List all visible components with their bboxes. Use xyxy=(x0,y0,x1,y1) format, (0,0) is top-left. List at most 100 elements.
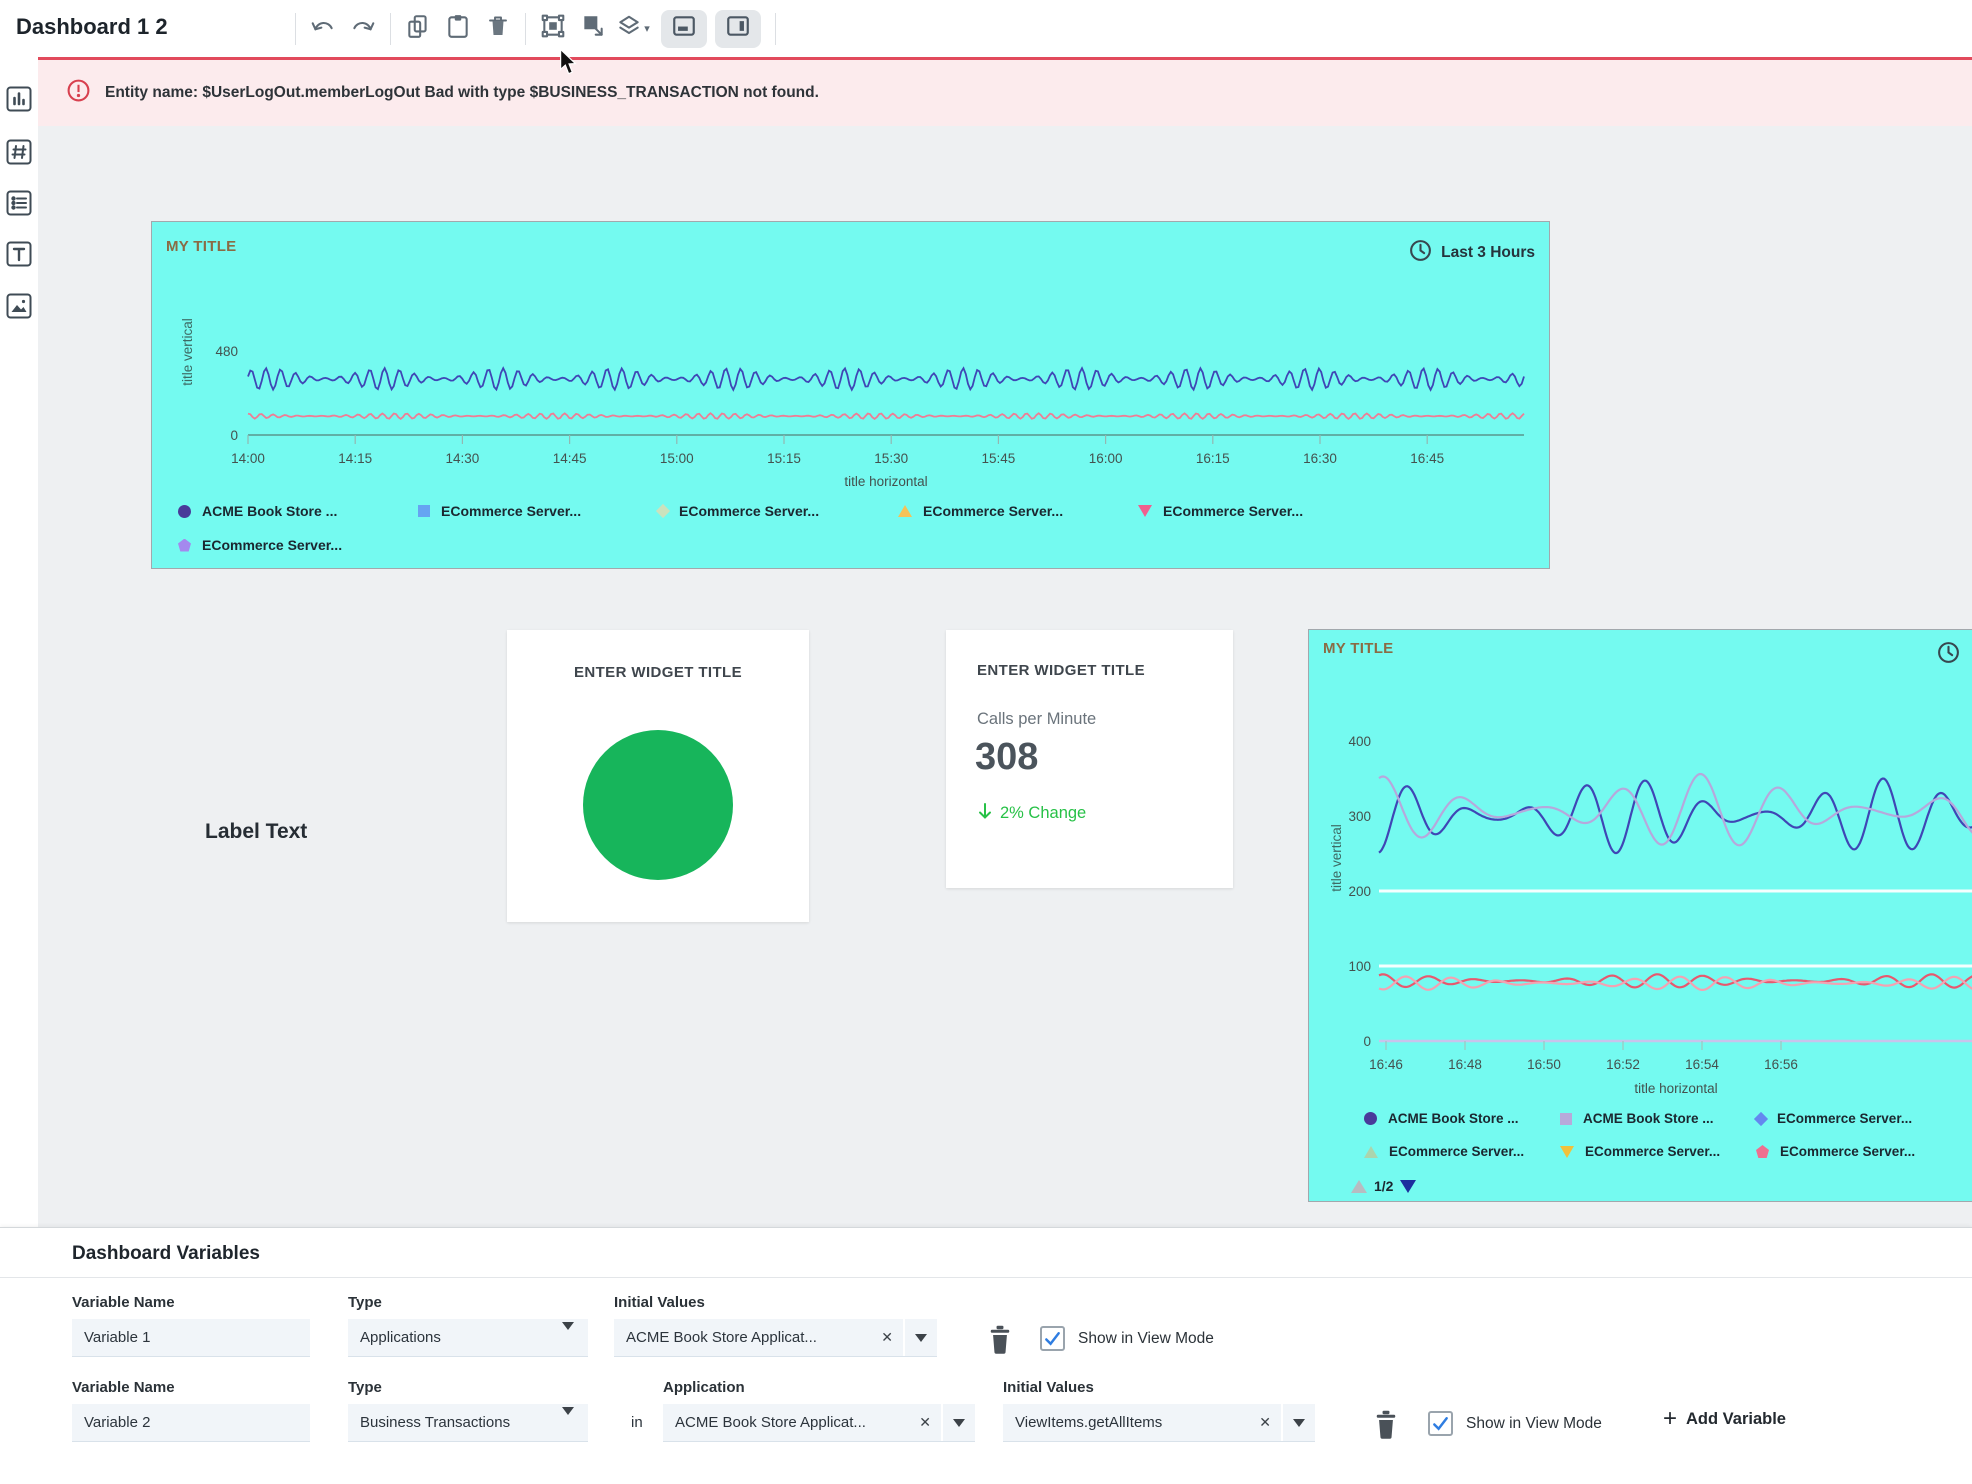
initial-values-label: Initial Values xyxy=(1003,1379,1094,1396)
delete-variable-button[interactable] xyxy=(986,1324,1014,1354)
svg-text:0: 0 xyxy=(230,428,238,443)
legend-label: ECommerce Server... xyxy=(1777,1111,1912,1126)
x-icon[interactable]: ✕ xyxy=(1249,1414,1281,1431)
svg-text:300: 300 xyxy=(1348,809,1371,824)
list-widget-icon[interactable] xyxy=(5,189,33,217)
number-widget-icon[interactable] xyxy=(5,138,33,166)
svg-text:15:45: 15:45 xyxy=(982,451,1016,466)
copy-button[interactable] xyxy=(398,9,438,49)
legend-item[interactable]: ECommerce Server... xyxy=(658,503,898,519)
variable-name-label: Variable Name xyxy=(72,1379,175,1396)
x-icon[interactable]: ✕ xyxy=(871,1329,903,1346)
image-widget-icon[interactable] xyxy=(5,292,33,320)
input-value: Variable 2 xyxy=(72,1414,310,1431)
svg-text:16:30: 16:30 xyxy=(1303,451,1337,466)
variable-name-input[interactable]: Variable 1 xyxy=(72,1319,310,1357)
svg-text:15:00: 15:00 xyxy=(660,451,694,466)
add-variable-label: Add Variable xyxy=(1686,1410,1786,1429)
group-button[interactable] xyxy=(533,9,573,49)
legend-item[interactable]: ECommerce Server... xyxy=(1756,1111,1952,1126)
toggle-right-panel-button[interactable] xyxy=(715,10,761,48)
widget-title: MY TITLE xyxy=(1323,640,1393,670)
triangle-up-marker-icon xyxy=(1364,1146,1378,1158)
legend-label: ECommerce Server... xyxy=(441,503,581,519)
chevron-down-icon[interactable] xyxy=(1281,1404,1315,1441)
selected-chip: ACME Book Store Applicat... xyxy=(614,1329,871,1346)
show-in-view-mode-checkbox[interactable] xyxy=(1040,1326,1065,1351)
toggle-bottom-panel-button[interactable] xyxy=(661,10,707,48)
timeseries-widget-1[interactable]: MY TITLE Last 3 Hours 480014:0014:1514:3… xyxy=(151,221,1550,569)
timeseries-widget-2[interactable]: MY TITLE 400300200100016:4616:4816:5016:… xyxy=(1308,629,1972,1202)
initial-values-select[interactable]: ACME Book Store Applicat... ✕ xyxy=(614,1319,937,1357)
chart1-legend-row-2: ECommerce Server... xyxy=(178,537,418,553)
time-range[interactable]: Last 3 Hours xyxy=(1408,238,1535,268)
dashboard-editor-screen: Dashboard 1 2 ▾ xyxy=(0,0,1972,1484)
svg-text:100: 100 xyxy=(1348,959,1371,974)
add-variable-button[interactable]: + Add Variable xyxy=(1663,1409,1786,1429)
page-up-icon[interactable] xyxy=(1351,1180,1367,1193)
legend-item[interactable]: ECommerce Server... xyxy=(1138,503,1378,519)
legend-item[interactable]: ACME Book Store ... xyxy=(1560,1111,1756,1126)
legend-item[interactable]: ECommerce Server... xyxy=(1364,1144,1560,1159)
clock-icon[interactable] xyxy=(1936,640,1961,670)
copy-icon xyxy=(405,13,431,44)
delete-variable-button[interactable] xyxy=(1372,1409,1400,1439)
svg-text:16:52: 16:52 xyxy=(1606,1057,1640,1072)
paste-icon xyxy=(445,13,471,44)
metric-widget[interactable]: ENTER WIDGET TITLE Calls per Minute 308 … xyxy=(946,630,1233,888)
paste-button[interactable] xyxy=(438,9,478,49)
legend-item[interactable]: ACME Book Store ... xyxy=(1364,1111,1560,1126)
delete-button[interactable] xyxy=(478,9,518,49)
circle-widget[interactable]: ENTER WIDGET TITLE xyxy=(507,630,809,922)
legend-item[interactable]: ECommerce Server... xyxy=(418,503,658,519)
clock-icon xyxy=(1408,238,1433,268)
legend-item[interactable]: ECommerce Server... xyxy=(1756,1144,1952,1159)
ungroup-button[interactable] xyxy=(573,9,613,49)
x-icon[interactable]: ✕ xyxy=(909,1414,941,1431)
legend-item[interactable]: ECommerce Server... xyxy=(178,537,418,553)
text-widget-icon[interactable] xyxy=(5,240,33,268)
page-down-icon[interactable] xyxy=(1400,1180,1416,1193)
redo-button[interactable] xyxy=(343,9,383,49)
panel-right-icon xyxy=(724,13,752,44)
undo-icon xyxy=(310,13,336,44)
type-select[interactable]: Business Transactions xyxy=(348,1404,588,1442)
variable-name-input[interactable]: Variable 2 xyxy=(72,1404,310,1442)
dashboard-title[interactable]: Dashboard 1 2 xyxy=(16,14,168,40)
redo-icon xyxy=(350,13,376,44)
show-in-view-mode-checkbox[interactable] xyxy=(1428,1411,1453,1436)
legend-item[interactable]: ACME Book Store ... xyxy=(178,503,418,519)
label-widget[interactable]: Label Text xyxy=(205,820,307,844)
selected-value: Business Transactions xyxy=(348,1414,552,1431)
application-label: Application xyxy=(663,1379,745,1396)
in-connector-label: in xyxy=(631,1414,643,1431)
chart-widget-icon[interactable] xyxy=(5,85,33,113)
application-select[interactable]: ACME Book Store Applicat... ✕ xyxy=(663,1404,975,1442)
type-select[interactable]: Applications xyxy=(348,1319,588,1357)
svg-text:title vertical: title vertical xyxy=(180,318,195,386)
legend-item[interactable]: ECommerce Server... xyxy=(1560,1144,1756,1159)
legend-item[interactable]: ECommerce Server... xyxy=(898,503,1138,519)
group-icon xyxy=(540,13,566,44)
square-marker-icon xyxy=(418,505,430,517)
panel-title: Dashboard Variables xyxy=(72,1243,260,1265)
time-range-label: Last 3 Hours xyxy=(1441,244,1535,262)
layers-button[interactable]: ▾ xyxy=(613,9,653,49)
undo-button[interactable] xyxy=(303,9,343,49)
triangle-down-marker-icon xyxy=(1138,505,1152,517)
initial-values-select[interactable]: ViewItems.getAllItems ✕ xyxy=(1003,1404,1315,1442)
arrow-down-icon xyxy=(977,802,993,825)
svg-text:14:00: 14:00 xyxy=(231,451,265,466)
chevron-down-icon[interactable] xyxy=(903,1319,937,1356)
page-indicator: 1/2 xyxy=(1374,1178,1393,1194)
input-value: Variable 1 xyxy=(72,1329,310,1346)
change-label: 2% Change xyxy=(1000,804,1086,823)
chart2-legend-row-2: ECommerce Server... ECommerce Server... … xyxy=(1364,1144,1952,1159)
widget-title: ENTER WIDGET TITLE xyxy=(977,662,1145,679)
error-banner: Entity name: $UserLogOut.memberLogOut Ba… xyxy=(38,57,1972,126)
svg-text:14:45: 14:45 xyxy=(553,451,587,466)
alert-circle-icon xyxy=(66,78,91,108)
toolbar-divider xyxy=(295,13,296,45)
widget-header: MY TITLE xyxy=(1309,630,1972,670)
chevron-down-icon[interactable] xyxy=(941,1404,975,1441)
